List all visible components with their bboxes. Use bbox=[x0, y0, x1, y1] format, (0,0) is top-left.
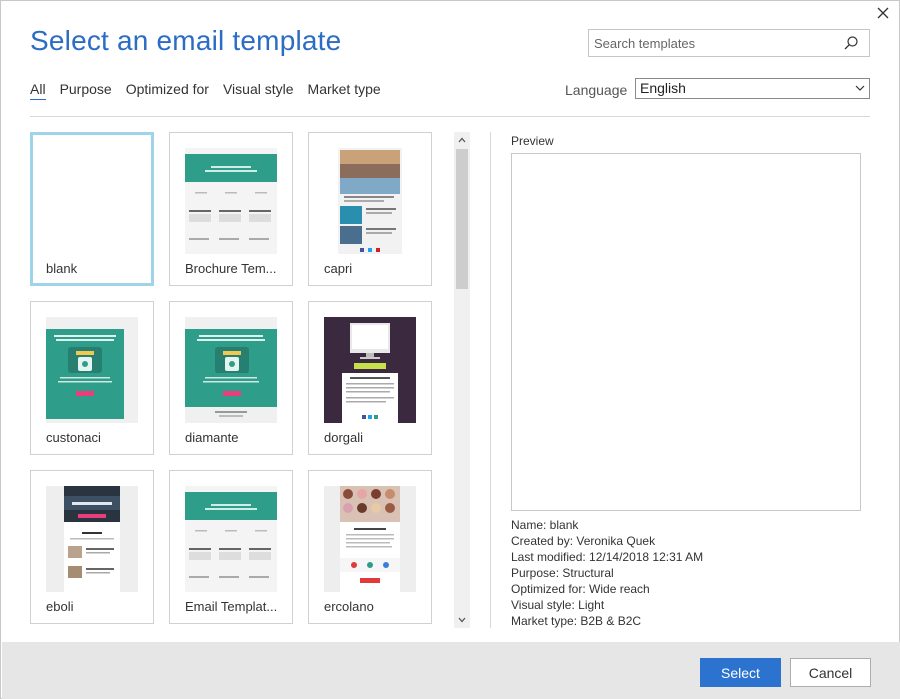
tab-market-type[interactable]: Market type bbox=[308, 81, 381, 100]
template-card-capri[interactable]: capri bbox=[308, 132, 432, 286]
template-thumbnail bbox=[185, 148, 277, 254]
dialog-title: Select an email template bbox=[30, 25, 342, 56]
template-label: dorgali bbox=[324, 430, 364, 445]
preview-label: Preview bbox=[511, 134, 554, 148]
language-select[interactable]: English bbox=[635, 78, 870, 99]
template-label: eboli bbox=[46, 599, 74, 614]
template-card-dorgali[interactable]: dorgali bbox=[308, 301, 432, 455]
tab-purpose[interactable]: Purpose bbox=[60, 81, 112, 100]
template-grid: blank Brochure Tem... capri custonaci di… bbox=[30, 132, 440, 628]
detail-optimized-for: Optimized for: Wide reach bbox=[511, 582, 650, 596]
template-details: Name: blank Created by: Veronika Quek La… bbox=[511, 517, 703, 629]
template-label: Brochure Tem... bbox=[185, 261, 277, 276]
chevron-down-icon bbox=[458, 617, 466, 623]
cancel-button[interactable]: Cancel bbox=[790, 658, 871, 687]
template-thumbnail bbox=[324, 317, 416, 423]
template-label: Email Templat... bbox=[185, 599, 278, 614]
panel-divider bbox=[490, 132, 491, 628]
preview-pane bbox=[511, 153, 861, 511]
template-thumbnail bbox=[185, 486, 277, 592]
template-thumbnail bbox=[46, 486, 138, 592]
email-template-dialog: Select an email template All Purpose Opt… bbox=[0, 0, 900, 699]
chevron-down-icon bbox=[855, 85, 865, 91]
template-card-diamante[interactable]: diamante bbox=[169, 301, 293, 455]
template-card-brochure[interactable]: Brochure Tem... bbox=[169, 132, 293, 286]
select-button[interactable]: Select bbox=[700, 658, 781, 687]
template-thumbnail bbox=[324, 486, 416, 592]
template-card-custonaci[interactable]: custonaci bbox=[30, 301, 154, 455]
close-icon bbox=[877, 7, 889, 19]
template-label: custonaci bbox=[46, 430, 101, 445]
scroll-thumb[interactable] bbox=[456, 149, 468, 289]
tab-visual-style[interactable]: Visual style bbox=[223, 81, 294, 100]
template-label: capri bbox=[324, 261, 353, 276]
detail-visual-style: Visual style: Light bbox=[511, 598, 605, 612]
template-label: blank bbox=[46, 261, 78, 276]
tab-optimized-for[interactable]: Optimized for bbox=[126, 81, 209, 100]
template-thumbnail bbox=[338, 148, 402, 254]
search-box[interactable] bbox=[588, 29, 870, 57]
dialog-footer: Select Cancel bbox=[2, 642, 900, 699]
template-thumbnail bbox=[46, 317, 138, 423]
template-card-eboli[interactable]: eboli bbox=[30, 470, 154, 624]
template-scrollbar[interactable] bbox=[454, 132, 470, 628]
scroll-down-button[interactable] bbox=[454, 612, 470, 628]
detail-purpose: Purpose: Structural bbox=[511, 566, 614, 580]
template-card-blank[interactable]: blank bbox=[30, 132, 154, 286]
search-icon[interactable] bbox=[843, 35, 859, 51]
header-divider bbox=[30, 116, 870, 117]
close-button[interactable] bbox=[873, 3, 893, 23]
detail-market-type: Market type: B2B & B2C bbox=[511, 614, 642, 628]
language-label: Language bbox=[565, 82, 628, 98]
detail-created-by: Created by: Veronika Quek bbox=[511, 534, 656, 548]
tab-all[interactable]: All bbox=[30, 81, 46, 100]
scroll-up-button[interactable] bbox=[454, 132, 470, 148]
template-label: diamante bbox=[185, 430, 239, 445]
filter-tabs: All Purpose Optimized for Visual style M… bbox=[30, 81, 395, 100]
detail-last-modified: Last modified: 12/14/2018 12:31 AM bbox=[511, 550, 704, 564]
template-card-ercolano[interactable]: ercolano bbox=[308, 470, 432, 624]
template-card-email-template[interactable]: Email Templat... bbox=[169, 470, 293, 624]
template-label: ercolano bbox=[324, 599, 374, 614]
search-input[interactable] bbox=[589, 30, 829, 56]
language-selected-value: English bbox=[640, 80, 686, 96]
template-thumbnail bbox=[185, 317, 277, 423]
detail-name: Name: blank bbox=[511, 518, 579, 532]
chevron-up-icon bbox=[458, 137, 466, 143]
